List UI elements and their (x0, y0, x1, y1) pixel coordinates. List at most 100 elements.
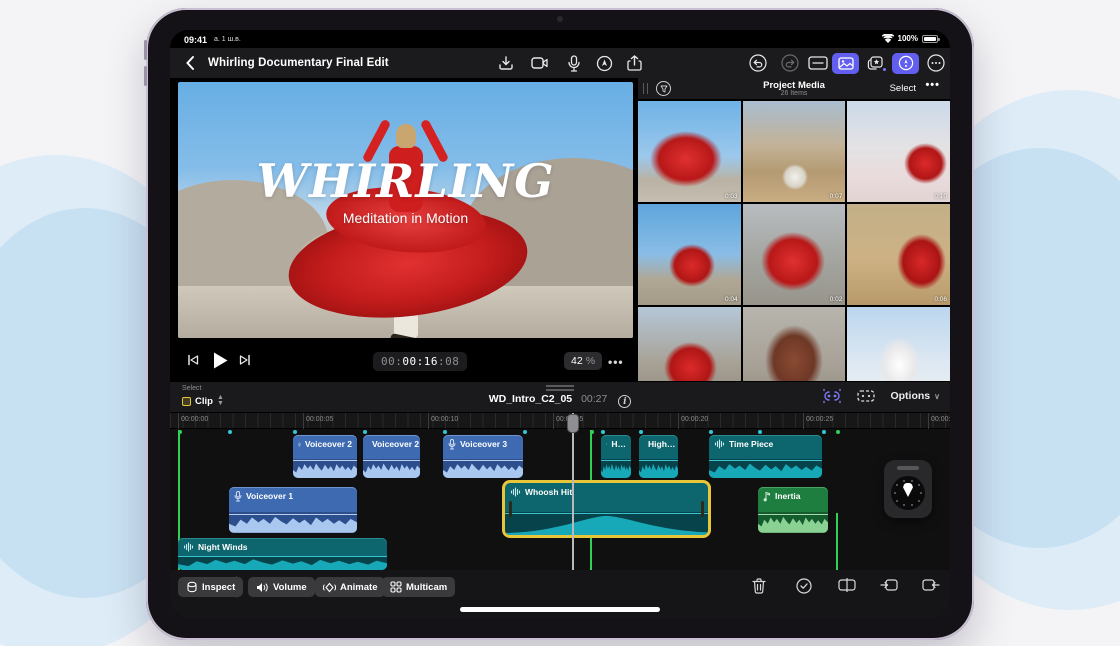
volume-line[interactable] (505, 513, 708, 514)
clip-marker-dot (363, 430, 367, 434)
media-thumbnail[interactable]: 0:02 (743, 204, 846, 305)
effects-button[interactable] (862, 53, 889, 74)
ruler-tick (928, 413, 929, 429)
clip-duration-badge: 0:03 (725, 193, 738, 200)
volume-line[interactable] (639, 460, 678, 461)
screen: 09:41 а. 1 ш.в. 100% Whirling Documentar… (170, 30, 950, 618)
back-button[interactable] (182, 54, 200, 72)
share-icon[interactable] (624, 53, 644, 73)
clip-duration-badge: 0:04 (725, 296, 738, 303)
jog-drag-handle[interactable] (897, 466, 919, 470)
undo-icon[interactable] (748, 53, 768, 73)
import-icon[interactable] (496, 53, 516, 73)
media-thumbnail[interactable]: 0:07 (743, 101, 846, 202)
multicam-button[interactable]: Multicam (382, 577, 455, 597)
viewer-more-icon[interactable]: ••• (608, 355, 624, 369)
media-thumbnail[interactable]: 0:10 (847, 101, 950, 202)
clip-waveform (601, 459, 631, 478)
record-icon[interactable] (594, 53, 614, 73)
timeline-project-name: WD_Intro_C2_05 (489, 393, 572, 405)
timeline-clip-voiceover-2[interactable]: Voiceover 2 (363, 435, 420, 478)
more-icon[interactable] (926, 53, 946, 73)
wifi-icon (882, 34, 894, 43)
camera-icon[interactable] (530, 53, 550, 73)
zoom-level[interactable]: 42% (564, 352, 602, 370)
options-dropdown[interactable]: Options∨ (890, 390, 940, 402)
playhead[interactable] (572, 413, 574, 570)
volume-line[interactable] (178, 556, 387, 557)
volume-line[interactable] (293, 460, 357, 461)
volume-line[interactable] (758, 514, 828, 515)
keyboard-shortcuts-icon[interactable] (808, 53, 828, 73)
jog-dial[interactable] (891, 476, 925, 510)
redo-icon (780, 53, 800, 73)
play-button[interactable] (212, 351, 229, 370)
connection-line (836, 513, 838, 570)
skip-forward-icon[interactable] (238, 353, 252, 367)
volume-line[interactable] (229, 514, 357, 515)
clip-marker-dot (639, 430, 643, 434)
media-thumbnail[interactable] (847, 307, 950, 381)
timeline-drag-handle[interactable] (546, 385, 574, 391)
trim-split-icon[interactable] (838, 578, 856, 596)
playhead-handle[interactable] (567, 414, 579, 433)
title-overlay: WHIRLING (178, 154, 633, 208)
trim-handle-right[interactable] (701, 501, 704, 517)
battery-icon (922, 35, 938, 43)
clip-name: Time Piece (729, 439, 773, 449)
media-browser-button[interactable] (832, 53, 859, 74)
volume-line[interactable] (709, 460, 822, 461)
timeline-clip-voiceover-1[interactable]: Voiceover 1 (229, 487, 357, 533)
select-button[interactable]: Select (890, 83, 916, 94)
check-circle-icon[interactable] (796, 578, 814, 596)
media-thumbnail[interactable] (638, 307, 741, 381)
insert-left-icon[interactable] (880, 578, 898, 596)
timeline-clip-night-winds[interactable]: Night Winds (178, 538, 387, 570)
microphone-icon[interactable] (564, 53, 584, 73)
clip-duration-badge: 0:07 (830, 193, 843, 200)
volume-line[interactable] (363, 460, 420, 461)
clip-name: High… (648, 439, 675, 449)
home-indicator[interactable] (460, 607, 660, 612)
clip-marker-dot (590, 430, 594, 434)
ruler-tick (803, 413, 804, 429)
clip-name: Voiceover 2 (305, 439, 352, 449)
timeline[interactable]: 00:00:0000:00:0500:00:1000:00:1500:00:20… (170, 413, 950, 570)
media-thumbnail[interactable]: 0:04 (638, 204, 741, 305)
timeline-clip-voiceover-2[interactable]: Voiceover 2 (293, 435, 357, 478)
timeline-clip-whoosh-hit[interactable]: Whoosh Hit (505, 483, 708, 535)
jog-wheel[interactable] (884, 460, 932, 518)
media-thumbnail[interactable]: 0:03 (638, 101, 741, 202)
volume-button-footer[interactable]: Volume (248, 577, 315, 597)
media-more-icon[interactable]: ••• (925, 79, 940, 91)
trim-handle-left[interactable] (509, 501, 512, 517)
ruler-timecode-label: 00:00:30 (931, 416, 950, 423)
info-icon[interactable]: i (618, 395, 631, 408)
animate-button[interactable]: Animate (315, 577, 385, 597)
skip-back-icon[interactable] (186, 353, 200, 367)
jog-wheel-button[interactable] (892, 53, 919, 74)
timeline-ruler[interactable]: 00:00:0000:00:0500:00:1000:00:1500:00:20… (170, 413, 950, 429)
carrier-label: а. 1 ш.в. (214, 36, 241, 43)
media-thumbnail[interactable]: 0:06 (847, 204, 950, 305)
clip-stack-icon[interactable] (856, 388, 876, 404)
timeline-clip-time-piece[interactable]: Time Piece (709, 435, 822, 478)
timeline-clip-voiceover-3[interactable]: Voiceover 3 (443, 435, 523, 478)
inspect-button[interactable]: Inspect (178, 577, 243, 597)
trash-icon[interactable] (752, 578, 770, 596)
top-toolbar: Whirling Documentary Final Edit (170, 48, 950, 78)
connect-clips-icon[interactable] (822, 388, 842, 404)
volume-line[interactable] (601, 460, 631, 461)
video-preview[interactable]: WHIRLING Meditation in Motion (178, 82, 633, 338)
timeline-clip-h-[interactable]: H… (601, 435, 631, 478)
media-thumbnail[interactable] (743, 307, 846, 381)
ruler-timecode-label: 00:00:05 (306, 416, 333, 423)
timecode-display[interactable]: 00:00:16:08 (373, 352, 467, 371)
insert-right-icon[interactable] (922, 578, 940, 596)
timeline-clip-inertia[interactable]: Inertia (758, 487, 828, 533)
status-bar: 09:41 а. 1 ш.в. 100% (170, 30, 950, 48)
media-panel: Project Media 26 Items Select ••• 0:030:… (638, 78, 950, 381)
bottom-toolbar: Inspect Volume Animate Multicam (170, 570, 950, 618)
timeline-clip-high-[interactable]: High… (639, 435, 678, 478)
volume-line[interactable] (443, 460, 523, 461)
